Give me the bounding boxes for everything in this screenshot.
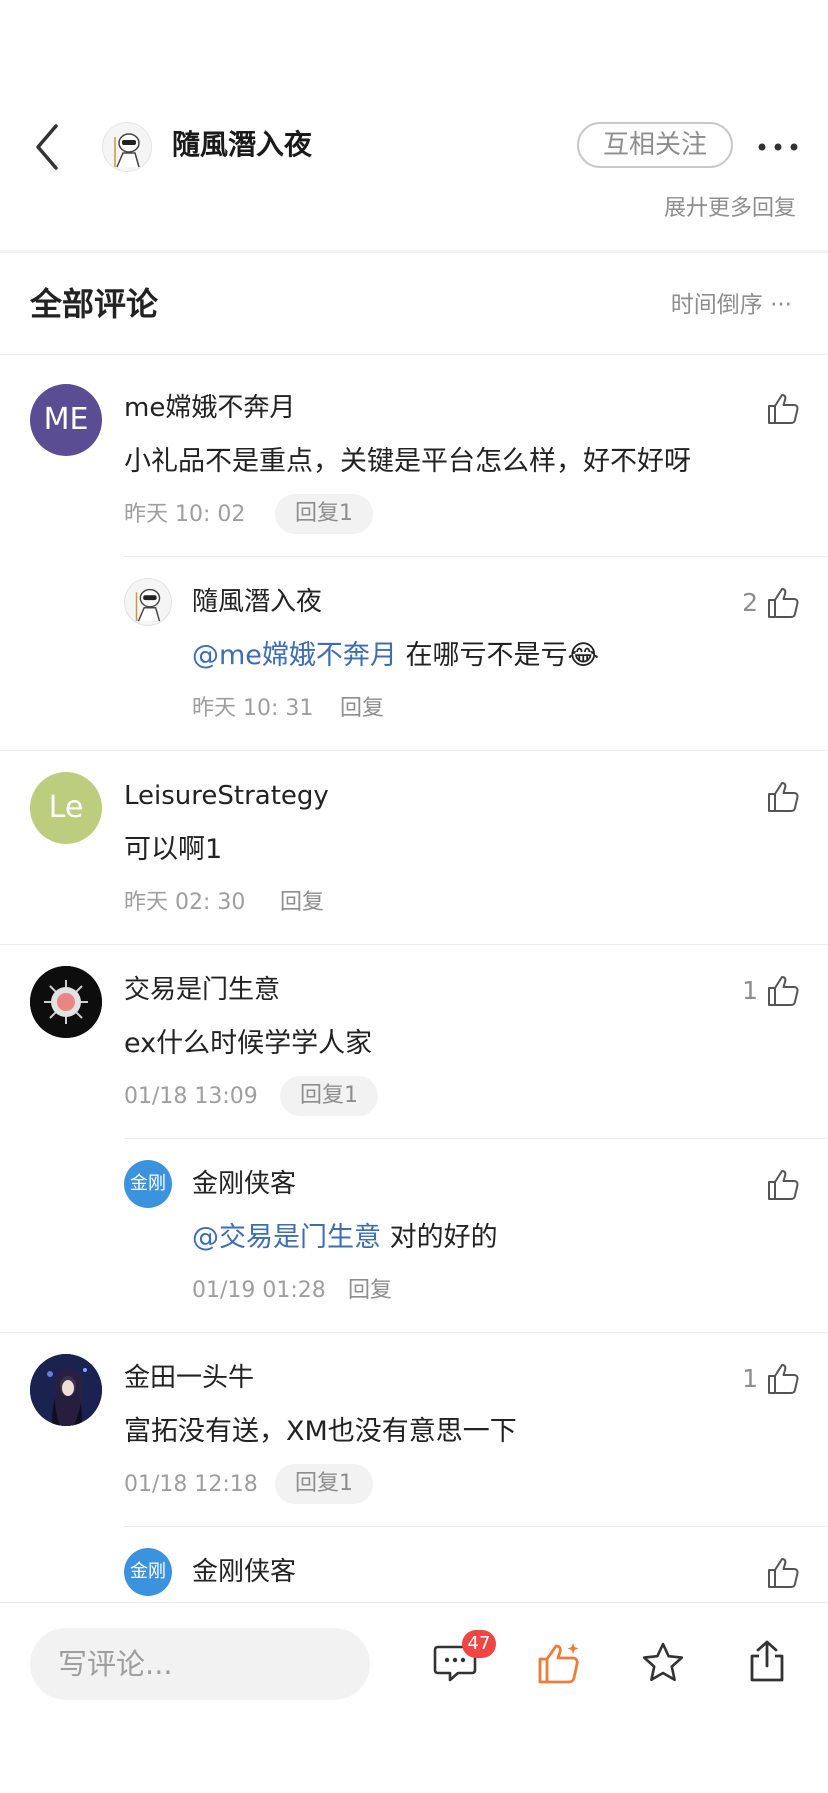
reply-author-name[interactable]: 金刚侠客 bbox=[192, 1552, 296, 1592]
comment-author-name[interactable]: 金田一头牛 bbox=[124, 1358, 254, 1398]
mention-link[interactable]: @me嫦娥不奔月 bbox=[192, 640, 397, 671]
like-count: 1 bbox=[742, 1364, 758, 1393]
sort-label: 时间倒序 bbox=[670, 292, 763, 318]
comment-time: 昨天 02: 30 bbox=[124, 890, 246, 915]
like-icon[interactable] bbox=[766, 1556, 800, 1590]
sort-toggle[interactable]: 时间倒序 ··· bbox=[671, 288, 792, 322]
comment-text: 富拓没有送，XM也没有意思一下 bbox=[124, 1416, 517, 1447]
reply-count-button[interactable]: 回复1 bbox=[280, 1076, 378, 1116]
comment-author-name[interactable]: LeisureStrategy bbox=[124, 776, 329, 816]
avatar[interactable] bbox=[30, 1354, 102, 1426]
reply-avatar[interactable]: 金刚 bbox=[124, 1160, 172, 1208]
like-icon[interactable] bbox=[766, 974, 800, 1008]
reply-button[interactable]: 回复 bbox=[348, 1273, 392, 1309]
comment-time: 01/18 13:09 bbox=[124, 1084, 258, 1109]
reply-body: 对的好的 bbox=[381, 1222, 498, 1253]
back-icon[interactable] bbox=[30, 122, 70, 172]
comment-author-name[interactable]: me嫦娥不奔月 bbox=[124, 388, 295, 428]
avatar[interactable] bbox=[30, 966, 102, 1038]
like-count: 2 bbox=[742, 588, 758, 617]
comment-text: 小礼品不是重点，关键是平台怎么样，好不好呀 bbox=[124, 446, 691, 477]
like-icon[interactable] bbox=[766, 1168, 800, 1202]
share-icon[interactable] bbox=[744, 1638, 790, 1684]
like-icon[interactable] bbox=[766, 392, 800, 426]
section-divider bbox=[0, 250, 828, 253]
like-icon[interactable] bbox=[766, 586, 800, 620]
section-title: 全部评论 bbox=[30, 285, 159, 323]
comment-time: 01/18 12:18 bbox=[124, 1472, 258, 1497]
like-count: 1 bbox=[742, 976, 758, 1005]
reply-button[interactable]: 回复 bbox=[340, 691, 384, 727]
avatar[interactable]: Le bbox=[30, 772, 102, 844]
divider bbox=[0, 750, 828, 751]
author-name[interactable]: 隨風潛入夜 bbox=[172, 124, 312, 166]
divider bbox=[0, 354, 828, 355]
comment-text: ex什么时候学学人家 bbox=[124, 1028, 373, 1059]
author-avatar[interactable] bbox=[102, 122, 152, 172]
reply-count-button[interactable]: 回复1 bbox=[275, 1464, 373, 1504]
comment-text: 可以啊1 bbox=[124, 834, 223, 865]
reply-text: @me嫦娥不奔月 在哪亏不是亏😂 bbox=[192, 636, 599, 676]
reply-author-name[interactable]: 隨風潛入夜 bbox=[192, 582, 322, 622]
divider bbox=[124, 1526, 828, 1527]
thumbs-up-icon[interactable] bbox=[536, 1640, 582, 1686]
like-icon[interactable] bbox=[766, 1362, 800, 1396]
comment-author-name[interactable]: 交易是门生意 bbox=[124, 970, 280, 1010]
reply-body: 在哪亏不是亏😂 bbox=[396, 640, 600, 671]
reply-text: @交易是门生意 对的好的 bbox=[192, 1218, 498, 1258]
comment-count-badge: 47 bbox=[462, 1630, 496, 1658]
divider bbox=[124, 1138, 828, 1139]
avatar[interactable]: ME bbox=[30, 384, 102, 456]
reply-time: 昨天 10: 31 bbox=[192, 696, 314, 721]
divider bbox=[124, 556, 828, 557]
more-icon: ··· bbox=[770, 292, 792, 318]
reply-count-button[interactable]: 回复1 bbox=[275, 494, 373, 534]
reply-time: 01/19 01:28 bbox=[192, 1278, 326, 1303]
reply-author-name[interactable]: 金刚侠客 bbox=[192, 1164, 296, 1204]
divider bbox=[0, 1332, 828, 1333]
like-icon[interactable] bbox=[766, 780, 800, 814]
star-icon[interactable] bbox=[640, 1640, 686, 1686]
reply-avatar[interactable]: 金刚 bbox=[124, 1548, 172, 1596]
mention-link[interactable]: @交易是门生意 bbox=[192, 1222, 381, 1253]
follow-button[interactable]: 互相关注 bbox=[577, 122, 733, 168]
comment-input[interactable]: 写评论... bbox=[30, 1628, 370, 1700]
comment-time: 昨天 10: 02 bbox=[124, 502, 246, 527]
reply-button[interactable]: 回复 bbox=[280, 885, 324, 921]
expand-more-replies-link[interactable]: 展廾更多回复 bbox=[664, 190, 796, 222]
more-options-icon[interactable] bbox=[756, 132, 800, 162]
divider bbox=[0, 944, 828, 945]
reply-avatar[interactable] bbox=[124, 578, 172, 626]
